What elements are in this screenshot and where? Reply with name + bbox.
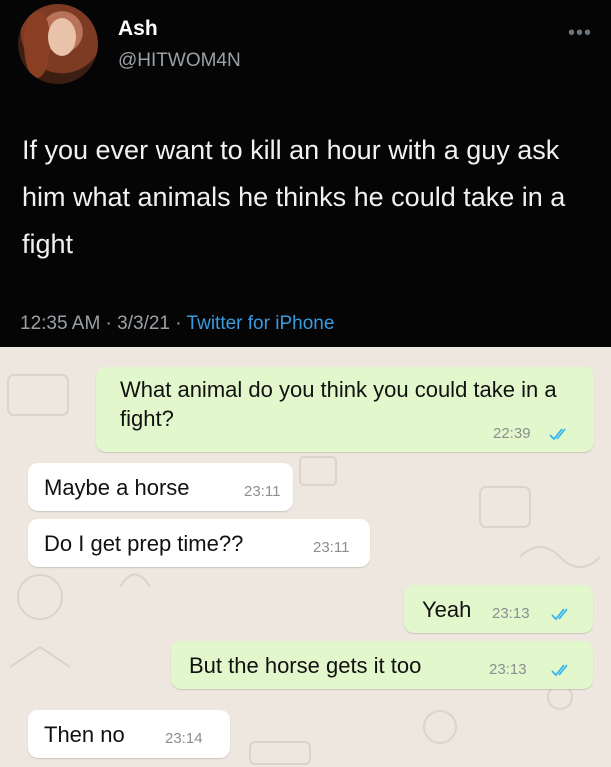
message-text: Yeah — [422, 597, 472, 622]
user-handle[interactable]: @HITWOM4N — [118, 50, 241, 72]
message-bubble-incoming[interactable]: Maybe a horse 23:11 — [28, 463, 293, 511]
double-check-icon — [551, 608, 568, 621]
message-bubble-incoming[interactable]: Do I get prep time?? 23:11 — [28, 519, 370, 567]
tweet-source[interactable]: Twitter for iPhone — [187, 313, 335, 334]
tweet-meta: 12:35 AM · 3/3/21 · Twitter for iPhone — [20, 313, 334, 335]
message-text: But the horse gets it too — [189, 653, 422, 678]
message-time: 23:14 — [165, 730, 203, 747]
message-text: Maybe a horse — [44, 475, 190, 500]
tweet-text: If you ever want to kill an hour with a … — [22, 135, 566, 259]
meta-separator: · — [170, 313, 187, 334]
message-time: 23:13 — [489, 661, 527, 678]
message-text: Do I get prep time?? — [44, 531, 244, 556]
double-check-icon — [549, 428, 566, 441]
message-bubble-outgoing[interactable]: But the horse gets it too 23:13 — [171, 641, 593, 689]
avatar[interactable] — [18, 4, 98, 84]
message-time: 23:11 — [313, 539, 350, 556]
meta-separator: · — [100, 313, 118, 334]
message-text: Then no — [44, 722, 125, 747]
chat-view: What animal do you think you could take … — [0, 347, 611, 767]
message-bubble-incoming[interactable]: Then no 23:14 — [28, 710, 230, 758]
message-time: 23:13 — [492, 605, 530, 622]
message-bubble-outgoing[interactable]: What animal do you think you could take … — [96, 367, 594, 452]
message-bubble-outgoing[interactable]: Yeah 23:13 — [404, 585, 593, 633]
avatar-hair — [24, 12, 50, 78]
tweet-date[interactable]: 3/3/21 — [117, 313, 170, 334]
tweet-card: Ash @HITWOM4N ••• If you ever want to ki… — [0, 0, 611, 347]
message-time: 23:11 — [244, 483, 281, 500]
tweet-time: 12:35 AM — [20, 313, 101, 334]
ellipsis-icon[interactable]: ••• — [568, 22, 592, 45]
display-name[interactable]: Ash — [118, 17, 158, 41]
double-check-icon — [551, 664, 568, 677]
avatar-face — [48, 18, 76, 56]
message-time: 22:39 — [493, 425, 531, 442]
